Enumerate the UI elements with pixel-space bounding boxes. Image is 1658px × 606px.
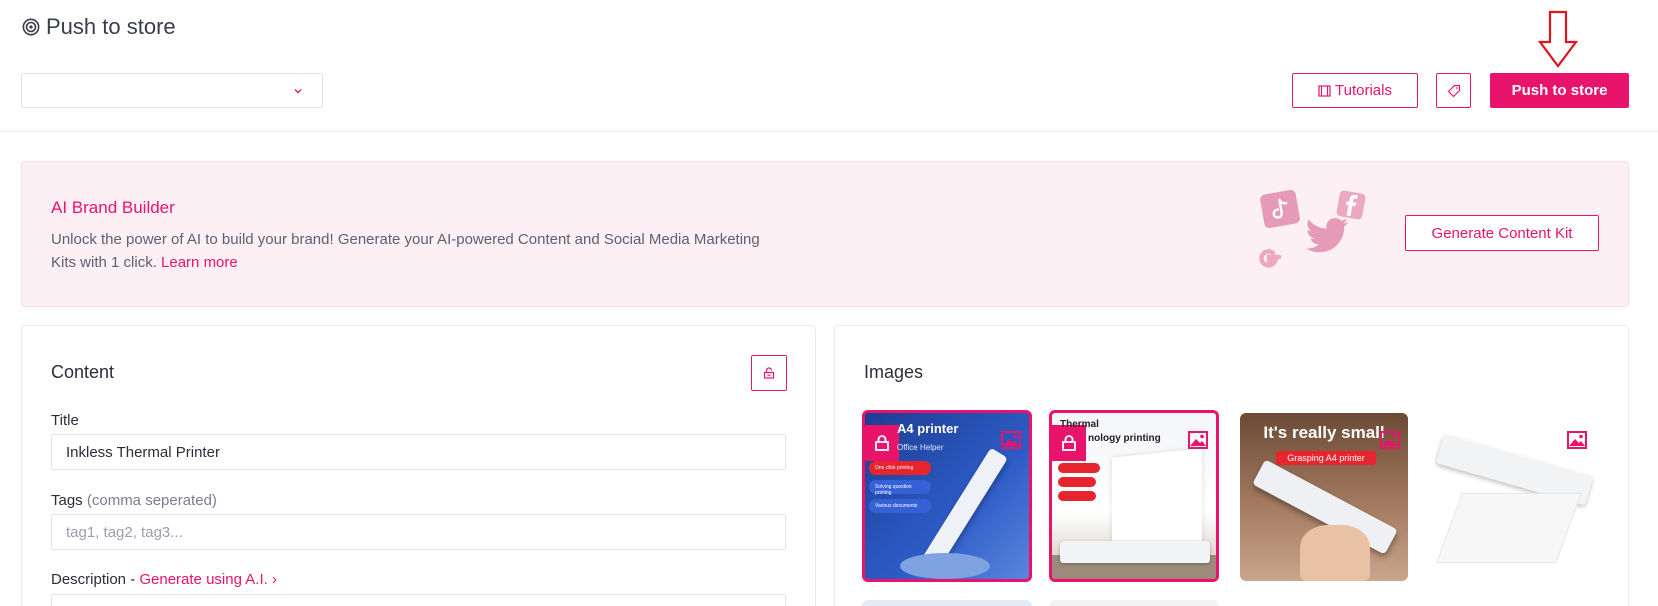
images-panel-title: Images	[864, 362, 924, 382]
ai-brand-builder-banner: AI Brand Builder Unlock the power of AI …	[21, 161, 1629, 307]
tag-icon	[1447, 84, 1460, 97]
description-label: Description - Generate using A.I. ›	[51, 571, 277, 588]
tags-input[interactable]: tag1, tag2, tag3...	[51, 514, 786, 550]
push-to-store-label: Push to store	[1511, 82, 1608, 99]
tutorials-label: Tutorials	[1335, 82, 1392, 99]
description-input[interactable]	[51, 594, 786, 606]
thumb-3-sub: Grasping A4 printer	[1276, 451, 1376, 465]
store-select[interactable]	[21, 73, 323, 108]
image-icon	[1001, 431, 1021, 449]
learn-more-link[interactable]: Learn more	[161, 254, 238, 271]
description-label-text: Description -	[51, 571, 140, 588]
tags-hint: (comma seperated)	[86, 492, 217, 509]
unlock-content-button[interactable]	[751, 355, 787, 391]
tags-label-text: Tags	[51, 492, 83, 509]
thumb-1-pill-2: Solving question printing	[869, 480, 931, 496]
generate-content-kit-label: Generate Content Kit	[1431, 224, 1573, 242]
banner-text: Unlock the power of AI to build your bra…	[51, 228, 771, 274]
image-thumb-4[interactable]	[1427, 413, 1595, 581]
page-title-text: Push to store	[46, 14, 176, 39]
image-thumb-3[interactable]: It's really small Grasping A4 printer	[1240, 413, 1408, 581]
chevron-down-icon	[294, 89, 302, 94]
lock-icon	[865, 425, 899, 461]
page-title: Push to store	[22, 14, 176, 40]
tiktok-icon	[1259, 189, 1301, 229]
banner-title: AI Brand Builder	[51, 198, 175, 217]
thumb-2-pill-2	[1058, 477, 1096, 487]
tags-label: Tags (comma seperated)	[51, 492, 217, 509]
thumb-1-sub: Office Helper	[897, 443, 944, 452]
image-thumb-2[interactable]: Thermal nology printing	[1049, 410, 1219, 582]
film-icon	[1318, 84, 1331, 97]
thumb-1-pedestal	[900, 553, 990, 579]
generate-content-kit-button[interactable]: Generate Content Kit	[1405, 215, 1599, 251]
generate-ai-link[interactable]: Generate using A.I. ›	[139, 571, 277, 588]
thumb-4-paper	[1436, 493, 1582, 563]
thumb-2-printer	[1060, 541, 1210, 563]
content-panel: Content Title Inkless Thermal Printer Ta…	[21, 325, 816, 606]
header-divider	[0, 131, 1658, 132]
tags-placeholder: tag1, tag2, tag3...	[66, 523, 183, 541]
unlock-icon	[763, 367, 775, 379]
image-icon	[1188, 431, 1208, 449]
twitter-icon	[1306, 217, 1348, 253]
thumb-2-heading-2: nology printing	[1088, 433, 1161, 444]
facebook-icon	[1335, 189, 1367, 221]
push-to-store-button[interactable]: Push to store	[1490, 73, 1629, 108]
lock-icon	[1052, 425, 1086, 461]
image-icon	[1380, 431, 1400, 449]
images-panel: Images A4 printer Office Helper One clic…	[834, 325, 1629, 606]
image-thumb-1[interactable]: A4 printer Office Helper One click print…	[862, 410, 1032, 582]
title-label: Title	[51, 412, 79, 429]
title-input[interactable]: Inkless Thermal Printer	[51, 434, 786, 470]
arrow-down-annotation-icon	[1537, 10, 1579, 68]
tutorials-button[interactable]: Tutorials	[1292, 73, 1418, 108]
thumb-2-heading: Thermal	[1060, 419, 1099, 430]
tag-button[interactable]	[1436, 73, 1471, 108]
thumb-1-pill-1: One click printing	[869, 461, 931, 475]
image-thumb-5[interactable]	[862, 600, 1032, 606]
thumb-1-printer	[922, 447, 1008, 569]
thumb-3-hand	[1300, 525, 1370, 581]
content-panel-title: Content	[51, 362, 115, 382]
thumb-2-pill-3	[1058, 491, 1096, 501]
image-thumb-6[interactable]	[1049, 600, 1219, 606]
thumb-2-pill-1	[1058, 463, 1100, 473]
thumb-1-heading: A4 printer	[897, 421, 959, 436]
banner-description: Unlock the power of AI to build your bra…	[51, 231, 760, 271]
target-icon	[22, 18, 40, 36]
google-icon	[1259, 249, 1282, 268]
thumb-1-pill-3: Various documents	[869, 499, 931, 513]
image-icon	[1567, 431, 1587, 449]
title-input-value: Inkless Thermal Printer	[66, 443, 220, 461]
